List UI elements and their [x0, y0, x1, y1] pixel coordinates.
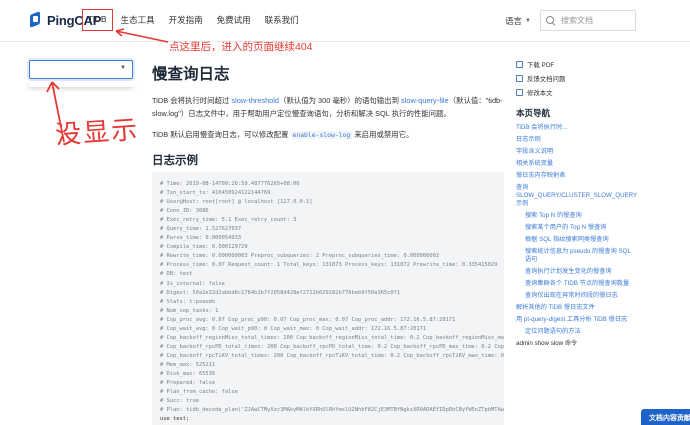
code-line: # Cop_backoff_rpcPD_total_times: 200 Cop…: [160, 343, 504, 350]
slow-query-file-link[interactable]: slow-query-file: [401, 96, 449, 105]
edit-page-link[interactable]: 修改本文: [516, 88, 636, 97]
toc-item[interactable]: 查询 SLOW_QUERY/CLUSTER_SLOW_QUERY 示例: [516, 184, 637, 208]
code-line: # Cop_proc_avg: 0.07 Cop_proc_p90: 0.07 …: [160, 316, 456, 323]
annotation-handwritten: 没显示: [54, 115, 141, 151]
feedback-link[interactable]: 反馈文档问题: [516, 74, 636, 83]
page-title: 慢查询日志: [152, 66, 230, 83]
chevron-down-icon: ▼: [525, 18, 531, 24]
language-label: 语言: [505, 16, 523, 26]
toc-action-label: 反馈文档问题: [527, 76, 566, 83]
code-line: # Disk_max: 65536: [160, 370, 216, 377]
toc-item[interactable]: 查询执行计划发生变化的慢查询: [516, 268, 636, 276]
code-line: # Query_time: 1.527627037: [160, 226, 242, 233]
toc-list: TiDB 会将执行时... 日志示例字段含义说明 相关系统变量 慢日志内存映射表查询 …: [516, 124, 637, 348]
code-line: # Time: 2019-08-14T09:26:59.487776265+08…: [160, 181, 300, 187]
annotation-arrow-icon: [115, 28, 169, 43]
code-line: # Mem_max: 525211: [160, 361, 216, 368]
config-paragraph: TiDB 默认启用慢查询日志，可以修改配置 enable-slow-log 来启…: [152, 129, 504, 142]
top-header: PingCAP TiDB 生态工具 开发指南 免费试用 联系我们 语言 ▼: [0, 0, 690, 42]
article: 慢查询日志 TiDB 会将执行时间超过 slow-threshold（默认值为 …: [152, 62, 504, 180]
download-icon: [516, 61, 523, 68]
toc-sidebar: 下载 PDF 反馈文档问题 修改本文 本页导航 TiDB 会将执行时... 日志示…: [516, 60, 637, 352]
chevron-down-icon: ▼: [120, 65, 126, 71]
search-icon: [546, 16, 555, 25]
download-pdf-link[interactable]: 下载 PDF: [516, 60, 636, 69]
code-line: # Cop_wait_avg: 0 Cop_wait_p90: 0 Cop_wa…: [160, 325, 427, 332]
pingcap-logo-icon: [29, 12, 43, 28]
toc-action-label: 修改本文: [527, 90, 553, 97]
config-text: TiDB 默认启用慢查询日志，可以修改配置: [152, 130, 291, 139]
edit-icon: [516, 89, 523, 96]
code-line: use test;: [160, 416, 190, 423]
toc-item[interactable]: admin show slow 命令: [516, 340, 636, 348]
contribute-button[interactable]: 文档内容贡献: [641, 409, 690, 425]
toc-item[interactable]: 搜索统计信息为 pseudo 的慢查询 SQL 语句: [516, 248, 636, 264]
toc-item[interactable]: 查询仅出现在异常时间段的慢日志: [516, 292, 636, 300]
toc-item[interactable]: TiDB 会将执行时...: [516, 124, 636, 132]
toc-action-label: 下载 PDF: [527, 62, 555, 69]
nav-item-tidb[interactable]: TiDB: [82, 9, 113, 31]
config-text: 来启用或禁用它。: [352, 130, 414, 139]
section-title-log-example: 日志示例: [152, 154, 198, 167]
code-line: # Digest: 50a2e32d2abbd6c1764b1b7f2058d4…: [160, 289, 401, 296]
enable-slow-log-link[interactable]: enable-slow-log: [290, 131, 353, 139]
slow-threshold-link[interactable]: slow-threshold: [231, 96, 279, 105]
toc-item[interactable]: 慢日志内存映射表: [516, 172, 636, 180]
code-line: # Process_time: 0.07 Request_count: 1 To…: [160, 262, 498, 269]
toc-title: 本页导航: [516, 108, 551, 118]
nav-item-contact-us[interactable]: 联系我们: [259, 9, 305, 31]
code-block: # Time: 2019-08-14T09:26:59.487776265+08…: [152, 172, 504, 425]
code-line: # Plan_from_cache: false: [160, 389, 238, 396]
code-line: # Parse_time: 0.000054933: [160, 235, 242, 242]
code-line: # Num_cop_tasks: 1: [160, 307, 219, 314]
code-line: # Compile_time: 0.000129729: [160, 244, 248, 251]
toc-item[interactable]: 根据 SQL 指纹搜索同类慢查询: [516, 236, 636, 244]
code-line: # Cop_backoff_regionMiss_total_times: 20…: [160, 334, 504, 341]
search-box[interactable]: [540, 10, 636, 31]
code-line: # Exec_retry_time: 5.1 Exec_retry_count:…: [160, 217, 297, 224]
intro-paragraph: TiDB 会将执行时间超过 slow-threshold（默认值为 300 毫秒…: [152, 95, 504, 120]
code-line: # Plan: tidb_decode_plan('ZJAwCTMyXzc3MA…: [160, 407, 504, 414]
code-line: # Txn_start_ts: 410450924122144769: [160, 190, 271, 197]
language-selector[interactable]: 语言 ▼: [505, 15, 531, 27]
toc-item[interactable]: 查询集群各个 TIDB 节点的慢查询数量: [516, 280, 636, 288]
code-line: # Prepared: false: [160, 380, 216, 387]
code-line: # User@Host: root[root] @ localhost [127…: [160, 199, 313, 206]
toc-item[interactable]: 字段含义说明: [516, 148, 636, 156]
code-line: # Stats: t:pseudo: [160, 298, 216, 305]
toc-item[interactable]: 定位问题语句的方法: [516, 328, 636, 336]
code-line: # Rewrite_time: 0.000000003 Preproc_subq…: [160, 253, 440, 260]
feedback-icon: [516, 75, 523, 82]
code-line: # Is_internal: false: [160, 280, 225, 287]
code-line: # Succ: true: [160, 398, 199, 405]
code-line: # Cop_backoff_rpcTiKV_total_times: 200 C…: [160, 352, 504, 359]
code-line: # Conn_ID: 3086: [160, 208, 209, 215]
toc-item[interactable]: 搜索 Top N 的慢查询: [516, 212, 636, 220]
search-input[interactable]: [561, 16, 633, 25]
toc-item[interactable]: 解析其他的 TiDB 慢日志文件: [516, 304, 636, 312]
toc-item[interactable]: 搜索某个用户的 Top N 慢查询: [516, 224, 636, 232]
toc-item[interactable]: 用 pt-query-digest 工具分析 TiDB 慢日志: [516, 316, 636, 324]
annotation-note: 点这里后，进入的页面继续404: [169, 41, 313, 53]
intro-text: TiDB 会将执行时间超过: [152, 96, 232, 105]
nav-item-free-trial[interactable]: 免费试用: [211, 9, 257, 31]
code-line: # DB: test: [160, 271, 193, 278]
intro-text: （默认值为 300 毫秒）的语句输出到: [279, 96, 402, 105]
toc-item[interactable]: 日志示例: [516, 136, 636, 144]
toc-item[interactable]: 相关系统变量: [516, 160, 636, 168]
